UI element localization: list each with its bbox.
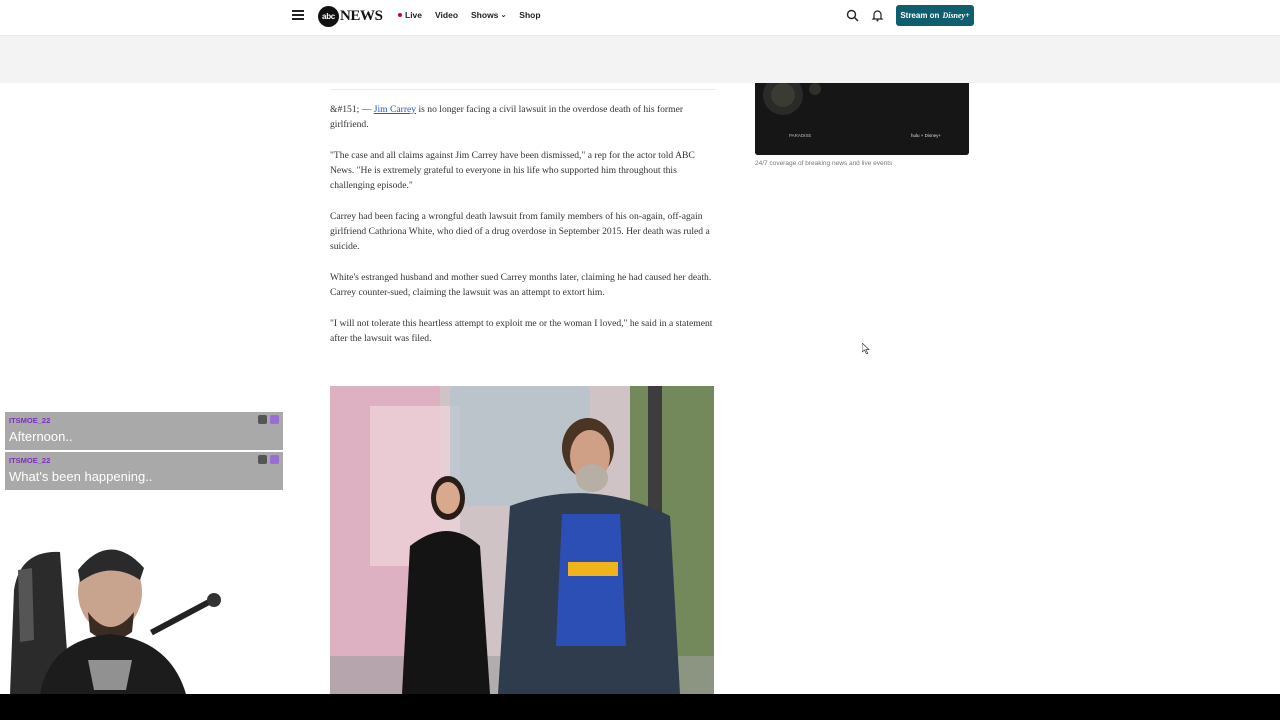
- chat-bubble-icon: [270, 455, 279, 464]
- chevron-down-icon: ⌄: [500, 12, 507, 19]
- article-photo: [330, 386, 714, 694]
- logo-abc: abc: [318, 5, 339, 27]
- article-paragraph-3: Carrey had been facing a wrongful death …: [330, 211, 710, 252]
- chat-username: ITSMOE_22: [9, 456, 51, 465]
- nav-shop-link[interactable]: Shop: [519, 10, 540, 20]
- nav-shows-link[interactable]: Shows ⌄: [471, 10, 506, 20]
- stream-label: Stream on: [900, 11, 940, 20]
- webcam-overlay: [10, 549, 221, 694]
- chat-text: What's been happening..: [9, 469, 153, 484]
- menu-icon[interactable]: [292, 10, 304, 20]
- live-video-thumbnail[interactable]: PARADISE hulu + Disney+: [755, 83, 969, 155]
- bottom-bar: [0, 694, 1280, 720]
- chat-username: ITSMOE_22: [9, 416, 51, 425]
- article-paragraph-4: White's estranged husband and mother sue…: [330, 272, 712, 298]
- article-paragraph-5: "I will not tolerate this heartless atte…: [330, 318, 713, 344]
- chat-message: ITSMOE_22 What's been happening..: [5, 452, 283, 490]
- search-icon[interactable]: [846, 9, 859, 22]
- divider: [330, 89, 716, 90]
- video-caption: 24/7 coverage of breaking news and live …: [755, 160, 893, 167]
- top-nav: abc NEWS Live Video Shows ⌄ Shop Stream o…: [0, 0, 1280, 34]
- disney-plus-logo: Disney+: [942, 11, 970, 20]
- nav-live-link[interactable]: Live: [398, 10, 422, 20]
- badge-icon: [258, 415, 267, 424]
- chat-message: ITSMOE_22 Afternoon..: [5, 412, 283, 450]
- nav-video-link[interactable]: Video: [435, 10, 458, 20]
- article-paragraph-1: &#151; — Jim Carrey is no longer facing …: [330, 102, 716, 132]
- photo-illustration: [330, 386, 714, 694]
- article-paragraph-2: "The case and all claims against Jim Car…: [330, 150, 695, 191]
- logo-news: NEWS: [340, 7, 383, 24]
- mouse-cursor-icon: [862, 343, 870, 354]
- jim-carrey-link[interactable]: Jim Carrey: [374, 104, 416, 115]
- video-still: PARADISE hulu + Disney+: [755, 83, 969, 155]
- chat-text: Afternoon..: [9, 429, 73, 444]
- article-body: &#151; — Jim Carrey is no longer facing …: [330, 102, 716, 362]
- live-dot-icon: [398, 13, 402, 17]
- badge-icon: [258, 455, 267, 464]
- chat-bubble-icon: [270, 415, 279, 424]
- stream-on-disney-button[interactable]: Stream on Disney+: [896, 5, 974, 26]
- bell-icon[interactable]: [871, 9, 884, 22]
- video-label-hulu: hulu + Disney+: [911, 133, 941, 138]
- abc-news-logo[interactable]: abc NEWS: [318, 5, 383, 27]
- ad-banner-area: [0, 35, 1280, 83]
- nav-links: Live Video Shows ⌄ Shop: [398, 10, 554, 20]
- video-label-paradise: PARADISE: [789, 133, 811, 138]
- dateline-prefix: &#151; —: [330, 104, 374, 115]
